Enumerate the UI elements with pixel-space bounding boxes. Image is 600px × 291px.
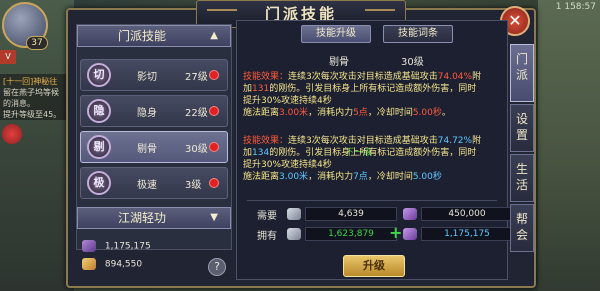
- quest-line: 留在燕子坞等候: [3, 88, 59, 97]
- have-label: 拥有: [257, 231, 277, 242]
- skill-row-yingqie[interactable]: 切 影切 27级: [80, 59, 228, 91]
- tab-skill-entry[interactable]: 技能词条: [383, 25, 453, 43]
- game-scene-right: [538, 0, 600, 291]
- need-stone-value: 450,000: [421, 207, 513, 221]
- skill-row-jisu[interactable]: 极 极速 3级: [80, 167, 228, 199]
- quest-tracker[interactable]: [十一回]神秘往 留在燕子坞等候 的消息。 提升等级至45。: [0, 74, 70, 120]
- next-effect-text: 技能效果：连续3次每次攻击对目标造成基础攻击74.72%附 加134的刚伤。引发…: [243, 136, 482, 182]
- selected-skill-level: 30级: [401, 57, 424, 68]
- section-title: 江湖轻功: [118, 211, 167, 225]
- activity-icon[interactable]: [2, 124, 22, 144]
- vip-badge[interactable]: V: [0, 50, 16, 64]
- skill-level: 3级: [185, 180, 202, 191]
- current-effect-text: 技能效果：连续3次每次攻击对目标造成基础攻击74.04%附 加131的刚伤。引发…: [243, 72, 482, 118]
- quest-line: 的消息。: [3, 99, 35, 108]
- silver-icon: [82, 240, 96, 252]
- currency-value: 1,175,175: [104, 241, 151, 252]
- divider: [247, 200, 497, 201]
- help-button[interactable]: ?: [208, 258, 226, 276]
- collapse-arrow-icon: ▲: [210, 30, 218, 41]
- section-title: 门派技能: [118, 29, 167, 43]
- skill-name: 影切: [137, 72, 157, 83]
- silver-icon: [287, 208, 301, 220]
- upgrade-button[interactable]: 升级: [343, 255, 405, 277]
- purple-stone-icon: [403, 228, 417, 240]
- silver-icon: [287, 228, 301, 240]
- skill-icon: 剔: [87, 135, 111, 159]
- skill-icon: 隐: [87, 99, 111, 123]
- tab-skill-upgrade[interactable]: 技能升级: [301, 25, 371, 43]
- skill-list-panel: 门派技能 ▲ 切 影切 27级 隐 隐身 22级 剔 剔骨 30级 极 极速 3…: [76, 24, 232, 250]
- notification-dot: [209, 106, 219, 116]
- skill-name: 剔骨: [137, 144, 157, 155]
- need-label: 需要: [257, 211, 277, 222]
- coordinates-readout: 1 158:57: [555, 2, 596, 12]
- expand-arrow-icon: ▼: [210, 212, 218, 223]
- have-silver-value: 1,623,879: [305, 227, 397, 241]
- quest-line: 提升等级至45。: [3, 110, 62, 119]
- skill-name: 极速: [137, 180, 157, 191]
- sect-skills-section-header[interactable]: 门派技能 ▲: [77, 25, 231, 47]
- skill-row-yinshen[interactable]: 隐 隐身 22级: [80, 95, 228, 127]
- side-tab-life[interactable]: 生活: [510, 154, 534, 202]
- purple-stone-icon: [403, 208, 417, 220]
- notification-dot: [209, 70, 219, 80]
- side-tab-settings[interactable]: 设置: [510, 104, 534, 152]
- lightness-skills-section-header[interactable]: 江湖轻功 ▼: [77, 207, 231, 229]
- quest-title: [十一回]神秘往: [3, 77, 58, 86]
- side-tab-sect[interactable]: 门派: [510, 44, 534, 102]
- skill-detail-panel: 技能升级 技能词条 剔骨 30级 技能效果：连续3次每次攻击对目标造成基础攻击7…: [236, 20, 513, 280]
- skill-icon: 切: [87, 63, 111, 87]
- currency-row-1: 1,175,175: [82, 240, 151, 252]
- currency-row-2: 894,550: [82, 258, 142, 270]
- currency-value: 894,550: [104, 259, 143, 270]
- have-stone-value: 1,175,175: [421, 227, 513, 241]
- skill-level: 30级: [185, 144, 208, 155]
- player-level-badge: 37: [26, 36, 48, 50]
- notification-dot: [209, 178, 219, 188]
- skill-name: 隐身: [137, 108, 157, 119]
- selected-skill-name: 剔骨: [329, 57, 349, 68]
- notification-dot: [209, 142, 219, 152]
- need-silver-value: 4,639: [305, 207, 397, 221]
- skill-level: 22级: [185, 108, 208, 119]
- skill-level: 27级: [185, 72, 208, 83]
- add-plus-icon[interactable]: +: [389, 225, 402, 241]
- skill-icon: 极: [87, 171, 111, 195]
- gold-icon: [82, 258, 96, 270]
- skill-row-tigu[interactable]: 剔 剔骨 30级: [80, 131, 228, 163]
- side-tab-guild[interactable]: 帮会: [510, 204, 534, 252]
